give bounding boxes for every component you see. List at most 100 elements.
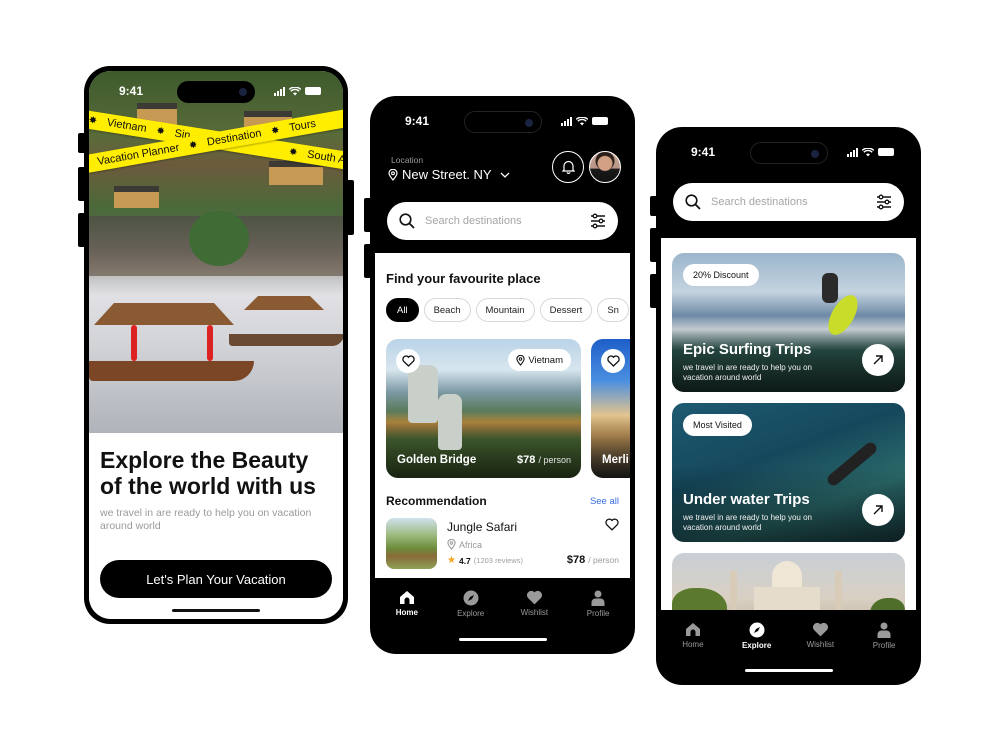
price-unit: / person (538, 455, 571, 465)
diver-figure (825, 440, 879, 488)
battery-icon (592, 117, 608, 125)
trip-badge: 20% Discount (683, 264, 759, 286)
plan-vacation-button[interactable]: Let's Plan Your Vacation (100, 560, 332, 598)
tab-profile[interactable]: Profile (572, 590, 624, 649)
tab-home[interactable]: Home (667, 622, 719, 680)
search-bar (673, 183, 904, 221)
surfer-figure (822, 273, 838, 303)
tab-label: Home (395, 608, 418, 617)
section-title: Find your favourite place (386, 271, 541, 286)
person-icon (591, 590, 605, 606)
wifi-icon (862, 147, 874, 156)
home-body: Find your favourite place All Beach Moun… (375, 253, 630, 588)
filter-icon[interactable] (590, 213, 606, 229)
recommendation-rating: ★ 4.7 (1203 reviews) (447, 555, 523, 566)
dynamic-island (749, 142, 828, 164)
tab-label: Profile (872, 641, 896, 650)
star-icon: ★ (447, 555, 456, 566)
home-icon (685, 623, 700, 636)
chip-all[interactable]: All (386, 298, 419, 322)
onboarding-screen: ✸Vacation Planner✸Destination✸Tours ✸Vie… (89, 71, 343, 619)
country-pill: Vietnam (508, 349, 571, 371)
search-input[interactable] (425, 215, 580, 227)
place-price: $78 / person (517, 454, 571, 466)
trip-card[interactable]: 20% Discount Epic Surfing Trips we trave… (672, 253, 905, 392)
recommendation-price: $78 / person (567, 554, 619, 566)
recommendation-title: Recommendation (386, 494, 487, 508)
home-screen: 9:41 Location New Street. NY Find your f… (375, 101, 630, 649)
tree (189, 211, 249, 266)
compass-icon (463, 590, 479, 606)
review-count: (1203 reviews) (473, 556, 523, 565)
search-icon (399, 213, 415, 229)
price-value: $78 (566, 554, 586, 566)
tab-label: Home (682, 640, 704, 649)
tape-text: Vietnam (105, 116, 148, 135)
battery-icon (878, 148, 894, 156)
heart-icon (606, 355, 620, 367)
onboarding-content: Explore the Beauty of the world with us … (89, 433, 343, 619)
search-bar (387, 202, 618, 240)
tab-profile[interactable]: Profile (858, 622, 910, 680)
hero-image-lake-boats: ✸Vacation Planner✸Destination✸Tours ✸Vie… (89, 71, 343, 433)
trip-card[interactable]: Most Visited Under water Trips we travel… (672, 403, 905, 542)
phone-explore: 9:41 20% Discount Epic Surfing Trips we … (656, 127, 921, 685)
map-pin-icon (516, 354, 525, 366)
signal-icon (561, 116, 572, 126)
dynamic-island (463, 111, 542, 133)
stone-hand (408, 365, 438, 423)
chip-beach[interactable]: Beach (423, 298, 471, 322)
chevron-down-icon (500, 172, 510, 178)
wifi-icon (289, 86, 301, 95)
open-trip-button[interactable] (862, 494, 894, 526)
battery-icon (305, 87, 321, 95)
status-time: 9:41 (405, 114, 430, 128)
chip-snow[interactable]: Sn (597, 298, 629, 322)
explore-body: 20% Discount Epic Surfing Trips we trave… (661, 238, 916, 620)
tab-label: Explore (457, 609, 485, 618)
heart-icon (812, 622, 828, 637)
favorite-button[interactable] (605, 518, 619, 534)
place-name: Golden Bridge (397, 454, 477, 466)
recommendation-thumbnail (386, 518, 437, 569)
location-selector[interactable]: New Street. NY (388, 167, 510, 182)
user-avatar[interactable] (589, 151, 621, 183)
trip-title: Epic Surfing Trips (683, 341, 812, 358)
chip-dessert[interactable]: Dessert (539, 298, 593, 322)
category-chips: All Beach Mountain Dessert Sn (386, 298, 629, 322)
place-name: Merli (602, 454, 629, 466)
dynamic-island (177, 81, 255, 103)
wifi-icon (576, 116, 588, 125)
chip-mountain[interactable]: Mountain (475, 298, 535, 322)
recommendation-name: Jungle Safari (447, 520, 518, 534)
onboarding-subtitle: we travel in are ready to help you on va… (100, 507, 312, 532)
place-card[interactable]: Merli (591, 339, 630, 478)
place-card[interactable]: Vietnam Golden Bridge $78 / person (386, 339, 581, 478)
filter-icon[interactable] (876, 194, 892, 210)
tab-home[interactable]: Home (381, 590, 433, 649)
recommendation-item[interactable]: Jungle Safari Africa ★ 4.7 (1203 reviews… (386, 518, 619, 572)
see-all-link[interactable]: See all (590, 496, 619, 507)
status-time: 9:41 (119, 84, 144, 98)
heart-icon (605, 518, 619, 531)
heart-icon (526, 590, 542, 605)
heart-icon (401, 355, 415, 367)
bell-icon (561, 160, 575, 174)
trip-description: we travel in are ready to help you on va… (683, 363, 812, 382)
search-input[interactable] (711, 196, 866, 208)
tab-label: Profile (586, 609, 610, 618)
trip-badge: Most Visited (683, 414, 752, 436)
notifications-button[interactable] (552, 151, 584, 183)
favorite-button[interactable] (601, 349, 625, 373)
location-label: Location (391, 155, 424, 165)
open-trip-button[interactable] (862, 344, 894, 376)
person-icon (877, 622, 891, 638)
favorite-button[interactable] (396, 349, 420, 373)
phone-onboarding: ✸Vacation Planner✸Destination✸Tours ✸Vie… (84, 66, 348, 624)
price-value: $78 (517, 454, 536, 466)
location-text: Africa (459, 539, 483, 550)
tape-text: Tours (288, 117, 317, 135)
status-time: 9:41 (691, 145, 716, 159)
country-name: Vietnam (528, 354, 563, 366)
tape-text: Vacation Planner (96, 141, 181, 168)
